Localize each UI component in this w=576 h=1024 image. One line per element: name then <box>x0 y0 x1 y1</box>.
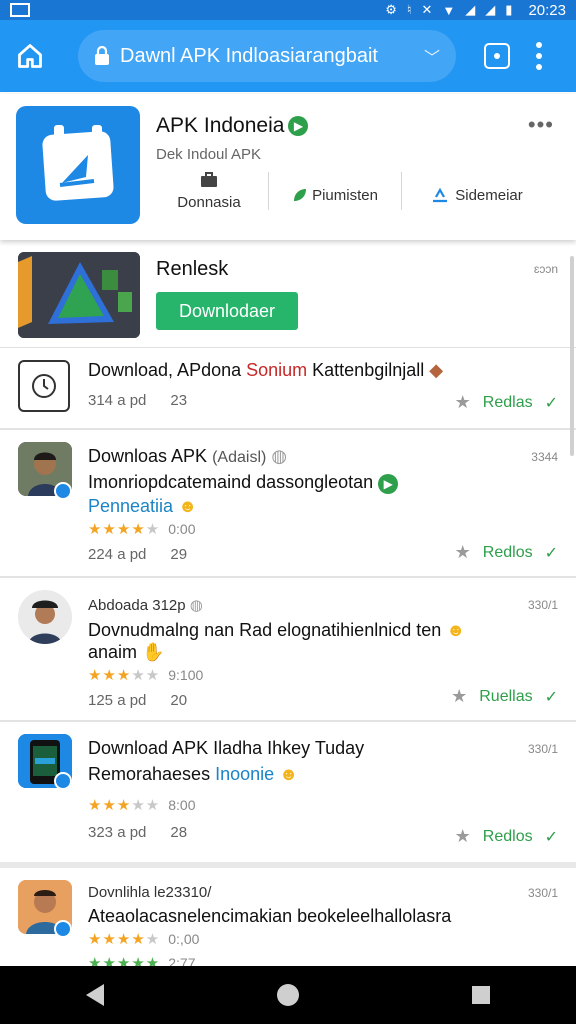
info-icon: ◍ <box>189 597 203 614</box>
star-icon: ★ <box>454 542 471 562</box>
wifi-icon: ▼ <box>442 2 456 18</box>
system-nav-bar <box>0 966 576 1024</box>
url-text: Dawnl APK Indloasiarangbait <box>120 44 378 67</box>
hand-emoji-icon: ✋ <box>142 642 165 662</box>
star-icon: ★ <box>451 686 468 706</box>
share-icon <box>433 187 448 203</box>
app-root: ⚙ ♮ ✕ ▼ ◢ ◢ ▮ 20:23 Dawnl APK Indloasiar… <box>0 0 576 1024</box>
verified-icon: ▶ <box>288 116 309 136</box>
list-item-count: 3344 <box>531 450 558 464</box>
info-icon: ◍ <box>271 446 288 466</box>
tab-icon <box>494 53 500 59</box>
address-bar[interactable]: Dawnl APK Indloasiarangbait ﹀ <box>78 30 456 82</box>
action-donnasia[interactable]: Donnasia <box>150 166 268 216</box>
notification-icon <box>10 3 30 17</box>
list-item-title: Download, APdona Sonium Kattenbgilnjall … <box>88 360 444 380</box>
list-item-count: 330/1 <box>527 598 558 612</box>
action-piumisten[interactable]: Piumisten <box>269 166 401 216</box>
signal-icon-2: ◢ <box>485 2 496 17</box>
featured-thumbnail <box>18 252 140 338</box>
app-actions: Donnasia Piumisten Sidemeiar <box>150 166 560 216</box>
verified-icon <box>54 772 72 790</box>
star-icon: ★ <box>454 826 471 846</box>
list-item-body: Ateaolacasnelencimakian beokeleelhallola… <box>88 906 452 926</box>
reply-button[interactable]: ★ Ruellas ✓ <box>451 686 558 707</box>
app-title: APK Indoneia ▶ <box>156 114 309 138</box>
list-item-body-2: anaim ✋ <box>88 642 165 662</box>
app-header-card: APK Indoneia ▶ Dek Indoul APK ••• Donnas… <box>0 94 576 240</box>
rating: ★★★★★ 0:,00 <box>88 931 200 948</box>
list-item-title: Download APK Iladha Ihkey Tuday <box>88 738 365 758</box>
list-item-body: Imonriopdcatemaind dassongleotan ▶ <box>88 472 399 494</box>
list-item-meta: 125 a pd 20 <box>88 692 188 709</box>
list-item-count: 330/1 <box>527 886 558 900</box>
list-item-title: Abdoada 312p ◍ <box>88 597 203 614</box>
chevron-down-icon: ✓ <box>544 394 558 412</box>
home-nav-icon[interactable] <box>276 984 299 1006</box>
rating-secondary: ★★★★★ 2:77 <box>88 955 196 966</box>
overflow-menu-button[interactable] <box>536 42 542 70</box>
divider <box>0 862 576 868</box>
battery-icon: ▮ <box>505 2 513 17</box>
featured-meta: ɛɔɔn <box>533 262 558 276</box>
list-item-body: Dovnudmalng nan Rad elognatihienlnicd te… <box>88 620 466 640</box>
reply-button[interactable]: ★ Redlas ✓ <box>455 392 558 413</box>
status-bar: ⚙ ♮ ✕ ▼ ◢ ◢ ▮ 20:23 <box>0 0 576 20</box>
list-item[interactable]: Downloas APK (Adaisl) ◍ 3344 Imonriopdca… <box>0 430 576 574</box>
app-subtitle: Dek Indoul APK <box>156 146 262 163</box>
home-button[interactable] <box>10 36 50 76</box>
list-item[interactable]: Abdoada 312p ◍ 330/1 Dovnudmalng nan Rad… <box>0 578 576 720</box>
smile-emoji-icon: ☻ <box>279 764 299 784</box>
browser-toolbar: Dawnl APK Indloasiarangbait ﹀ <box>0 20 576 92</box>
briefcase-icon <box>201 171 217 187</box>
list-item-meta: 323 a pd 28 <box>88 824 188 841</box>
list-item-title: Dovnlihla le23310/ <box>88 884 212 901</box>
lock-icon <box>95 46 109 65</box>
avatar <box>18 590 72 644</box>
verified-icon <box>54 482 72 500</box>
rating: ★★★★★ 9:100 <box>88 667 204 684</box>
mute-icon: ♮ <box>406 2 412 17</box>
more-options-icon[interactable]: ••• <box>528 112 554 138</box>
list-item-meta: 224 a pd 29 <box>88 546 188 563</box>
back-icon[interactable] <box>86 984 105 1006</box>
reply-button[interactable]: ★ Redlos ✓ <box>455 542 558 563</box>
chevron-down-icon[interactable]: ﹀ <box>424 44 440 68</box>
list-item[interactable]: Dovnlihla le23310/ 330/1 Ateaolacasnelen… <box>0 870 576 966</box>
candy-icon: ◆ <box>429 360 444 380</box>
reply-button[interactable]: ★ Redlos ✓ <box>455 826 558 847</box>
bluetooth-icon: ✕ <box>421 2 433 17</box>
list-item[interactable]: Download APK Iladha Ihkey Tuday 330/1 Re… <box>0 722 576 860</box>
verified-icon: ▶ <box>378 474 399 494</box>
rating: ★★★★★ 8:00 <box>88 797 196 814</box>
settings-icon: ⚙ <box>385 2 397 17</box>
featured-item[interactable]: Renlesk ɛɔɔn Downlodaer <box>0 244 576 348</box>
smile-emoji-icon: ☻ <box>178 496 198 516</box>
featured-title: Renlesk <box>156 258 229 280</box>
recents-icon[interactable] <box>471 986 490 1004</box>
leaf-icon <box>294 189 307 201</box>
list-item-title: Downloas APK (Adaisl) ◍ <box>88 446 288 466</box>
wink-emoji-icon: ☻ <box>446 620 466 640</box>
action-sidemeiar[interactable]: Sidemeiar <box>402 166 552 216</box>
list-item[interactable]: Download, APdona Sonium Kattenbgilnjall … <box>0 350 576 428</box>
signal-icon: ◢ <box>465 2 476 17</box>
scrollbar[interactable] <box>570 256 574 456</box>
app-logo <box>16 106 140 224</box>
rating: ★★★★★ 0:00 <box>88 521 196 538</box>
list-item-meta: 314 a pd 23 <box>88 392 188 409</box>
clock: 20:23 <box>528 1 566 19</box>
clock-icon <box>18 360 70 412</box>
download-button[interactable]: Downlodaer <box>156 292 298 330</box>
list-item-body: Remorahaeses Inoonie ☻ <box>88 764 299 784</box>
list-item-count: 330/1 <box>527 742 558 756</box>
star-icon: ★ <box>454 392 471 412</box>
verified-icon <box>54 920 72 938</box>
tab-switcher-button[interactable] <box>484 43 510 69</box>
home-icon <box>18 44 42 68</box>
list-item-tag: Penneatiia ☻ <box>88 496 198 516</box>
